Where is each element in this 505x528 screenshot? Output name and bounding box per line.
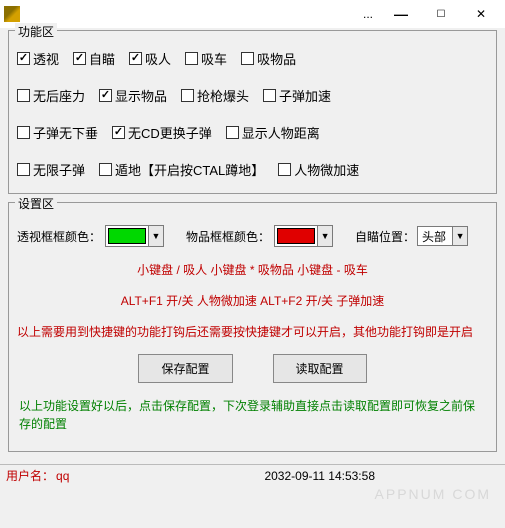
titlebar: ... — ☐ ✕ xyxy=(0,0,505,28)
checkbox-icon xyxy=(129,52,142,65)
checkbox-icon xyxy=(17,126,30,139)
checkbox-吸车[interactable]: 吸车 xyxy=(185,49,227,68)
function-group: 功能区 透视自瞄吸人吸车吸物品无后座力显示物品抢枪爆头子弹加速子弹无下垂无CD更… xyxy=(8,30,497,194)
checkbox-无CD更换子弹[interactable]: 无CD更换子弹 xyxy=(112,123,212,142)
username-value: qq xyxy=(56,469,69,483)
checkbox-label: 无后座力 xyxy=(33,86,85,105)
checkbox-icon xyxy=(241,52,254,65)
settings-group: 设置区 透视框框颜色： ▼ 物品框框颜色： ▼ 自瞄位置： 头部 ▼ 小键盘 /… xyxy=(8,202,497,452)
checkbox-透视[interactable]: 透视 xyxy=(17,49,59,68)
checkbox-遁地【开启按CTAL蹲地】[interactable]: 遁地【开启按CTAL蹲地】 xyxy=(99,160,264,179)
checkbox-icon xyxy=(17,52,30,65)
statusbar: 用户名： qq 2032-09-11 14:53:58 xyxy=(0,464,505,486)
checkbox-label: 吸物品 xyxy=(257,49,296,68)
checkbox-row: 无限子弹 遁地【开启按CTAL蹲地】 人物微加速 xyxy=(17,160,488,179)
aimbot-position-select[interactable]: 头部 ▼ xyxy=(417,226,468,246)
watermark: APPNUM COM xyxy=(375,486,491,502)
checkbox-icon xyxy=(278,163,291,176)
checkbox-无限子弹[interactable]: 无限子弹 xyxy=(17,160,85,179)
hotkey-hint-1: 小键盘 / 吸人 小键盘 * 吸物品 小键盘 - 吸车 xyxy=(17,261,488,278)
checkbox-label: 自瞄 xyxy=(89,49,115,68)
checkbox-row: 无后座力 显示物品 抢枪爆头 子弹加速 xyxy=(17,86,488,105)
checkbox-label: 吸人 xyxy=(145,49,171,68)
save-config-button[interactable]: 保存配置 xyxy=(138,354,232,383)
aimbot-position-value: 头部 xyxy=(418,228,452,245)
checkbox-icon xyxy=(185,52,198,65)
checkbox-子弹无下垂[interactable]: 子弹无下垂 xyxy=(17,123,98,142)
load-config-button[interactable]: 读取配置 xyxy=(273,354,367,383)
checkbox-显示物品[interactable]: 显示物品 xyxy=(99,86,167,105)
dropdown-arrow-icon: ▼ xyxy=(317,226,332,246)
checkbox-icon xyxy=(181,89,194,102)
color-row: 透视框框颜色： ▼ 物品框框颜色： ▼ 自瞄位置： 头部 ▼ xyxy=(17,225,488,247)
aimbot-position-label: 自瞄位置： xyxy=(355,228,415,245)
perspective-color-select[interactable]: ▼ xyxy=(105,225,164,247)
checkbox-icon xyxy=(112,126,125,139)
titlebar-dots: ... xyxy=(355,7,381,21)
checkbox-无后座力[interactable]: 无后座力 xyxy=(17,86,85,105)
button-row: 保存配置 读取配置 xyxy=(17,354,488,383)
checkbox-icon xyxy=(226,126,239,139)
checkbox-label: 抢枪爆头 xyxy=(197,86,249,105)
save-hint: 以上功能设置好以后，点击保存配置，下次登录辅助直接点击读取配置即可恢复之前保存的… xyxy=(19,397,486,433)
dropdown-arrow-icon: ▼ xyxy=(452,227,467,245)
checkbox-row: 子弹无下垂 无CD更换子弹 显示人物距离 xyxy=(17,123,488,142)
checkbox-icon xyxy=(17,163,30,176)
username-label: 用户名： xyxy=(6,467,54,484)
checkbox-label: 显示人物距离 xyxy=(242,123,320,142)
checkbox-抢枪爆头[interactable]: 抢枪爆头 xyxy=(181,86,249,105)
hotkey-hint-2: ALT+F1 开/关 人物微加速 ALT+F2 开/关 子弹加速 xyxy=(17,292,488,309)
checkbox-label: 遁地【开启按CTAL蹲地】 xyxy=(115,160,264,179)
checkbox-label: 吸车 xyxy=(201,49,227,68)
checkbox-label: 无CD更换子弹 xyxy=(128,123,212,142)
checkbox-label: 人物微加速 xyxy=(294,160,359,179)
perspective-color-swatch xyxy=(108,228,146,244)
hotkey-hint-3: 以上需要用到快捷键的功能打钩后还需要按快捷键才可以开启，其他功能打钩即是开启 xyxy=(17,323,488,340)
item-color-select[interactable]: ▼ xyxy=(274,225,333,247)
checkbox-row: 透视 自瞄 吸人 吸车 吸物品 xyxy=(17,49,488,68)
checkbox-显示人物距离[interactable]: 显示人物距离 xyxy=(226,123,320,142)
item-color-swatch xyxy=(277,228,315,244)
checkbox-icon xyxy=(263,89,276,102)
checkbox-icon xyxy=(73,52,86,65)
settings-group-title: 设置区 xyxy=(15,195,57,212)
checkbox-label: 无限子弹 xyxy=(33,160,85,179)
checkbox-吸人[interactable]: 吸人 xyxy=(129,49,171,68)
maximize-button[interactable]: ☐ xyxy=(421,2,461,26)
checkbox-自瞄[interactable]: 自瞄 xyxy=(73,49,115,68)
minimize-button[interactable]: — xyxy=(381,2,421,26)
function-group-title: 功能区 xyxy=(15,23,57,40)
checkbox-label: 显示物品 xyxy=(115,86,167,105)
checkbox-icon xyxy=(99,89,112,102)
close-button[interactable]: ✕ xyxy=(461,2,501,26)
checkbox-子弹加速[interactable]: 子弹加速 xyxy=(263,86,331,105)
checkbox-吸物品[interactable]: 吸物品 xyxy=(241,49,296,68)
checkbox-icon xyxy=(99,163,112,176)
checkbox-label: 子弹无下垂 xyxy=(33,123,98,142)
perspective-color-label: 透视框框颜色： xyxy=(17,228,101,245)
app-icon xyxy=(4,6,20,22)
checkbox-label: 子弹加速 xyxy=(279,86,331,105)
timestamp: 2032-09-11 14:53:58 xyxy=(264,469,375,483)
item-color-label: 物品框框颜色： xyxy=(186,228,270,245)
dropdown-arrow-icon: ▼ xyxy=(148,226,163,246)
checkbox-人物微加速[interactable]: 人物微加速 xyxy=(278,160,359,179)
checkbox-label: 透视 xyxy=(33,49,59,68)
checkbox-icon xyxy=(17,89,30,102)
